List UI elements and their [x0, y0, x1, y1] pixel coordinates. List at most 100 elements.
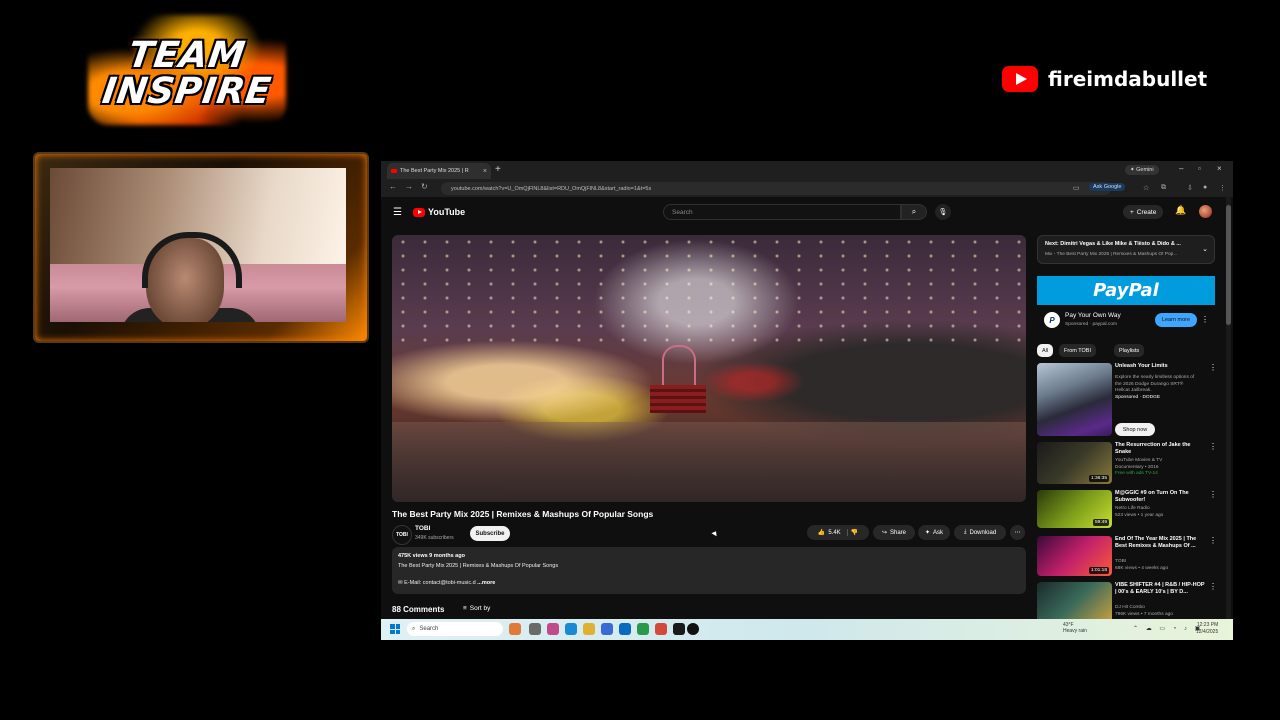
video-thumbnail[interactable]: 59:49: [1037, 490, 1112, 528]
mail-icon[interactable]: [619, 623, 631, 635]
search-button[interactable]: ⌕: [901, 204, 927, 220]
description-email: ✉ E-Mail: contact@tobi-music.d ...more: [398, 580, 496, 586]
chrome-icon[interactable]: [655, 623, 667, 635]
duration-badge: 1:01:18: [1088, 567, 1109, 574]
taskbar-clock[interactable]: 12:23 PM 12/4/2025: [1196, 622, 1218, 635]
video-thumbnail[interactable]: [1037, 363, 1112, 436]
more-options-icon[interactable]: ⋮: [1209, 490, 1217, 499]
hamburger-menu-icon[interactable]: ☰: [393, 207, 402, 218]
channel-avatar[interactable]: TOBI: [392, 525, 412, 545]
video-thumbnail[interactable]: 1:01:18: [1037, 536, 1112, 576]
tab-bar: The Best Party Mix 2025 | R × + ✦ Gemini…: [381, 161, 1233, 179]
youtube-favicon-icon: [391, 169, 397, 173]
like-button[interactable]: 👍 5.4K: [818, 529, 848, 536]
forward-icon[interactable]: →: [405, 182, 413, 191]
minimize-button[interactable]: –: [1179, 164, 1183, 173]
taskbar-search-input[interactable]: ⌕ Search: [407, 622, 503, 636]
close-window-button[interactable]: ×: [1217, 164, 1222, 173]
youtube-logo-icon: [1002, 66, 1038, 92]
windows-start-icon[interactable]: [390, 624, 400, 634]
ad-banner[interactable]: PayPal: [1037, 276, 1215, 305]
downloads-icon[interactable]: ⇩: [1187, 184, 1193, 192]
up-next-subtitle: Mix - The Best Party Mix 2025 | Remixes …: [1045, 252, 1178, 257]
more-actions-button[interactable]: ⋯: [1010, 525, 1025, 540]
store-icon[interactable]: [601, 623, 613, 635]
notifications-bell-icon[interactable]: 🔔: [1175, 205, 1186, 216]
install-icon[interactable]: ▭: [1073, 184, 1080, 192]
list-item[interactable]: 1:01:18 End Of The Year Mix 2025 | The B…: [1037, 536, 1227, 578]
chip-playlists[interactable]: Playlists: [1114, 344, 1145, 357]
list-item[interactable]: Unleash Your Limits Explore the nearly l…: [1037, 363, 1227, 439]
xbox-icon[interactable]: [637, 623, 649, 635]
ad-menu-icon[interactable]: ⋮: [1201, 315, 1209, 324]
taskview-icon[interactable]: [509, 623, 521, 635]
ask-google-button[interactable]: Ask Google: [1089, 183, 1126, 191]
show-more-link[interactable]: ...more: [477, 580, 495, 586]
youtube-home-logo[interactable]: YouTube: [413, 207, 465, 217]
copilot-icon[interactable]: [547, 623, 559, 635]
video-player[interactable]: [392, 235, 1026, 502]
list-item[interactable]: 1:36:35 The Resurrection of Jake the Sna…: [1037, 442, 1227, 487]
tab-title: The Best Party Mix 2025 | R: [400, 168, 469, 174]
list-item[interactable]: VIBE SHIFTER #4 | R&B / HIP-HOP | 00's &…: [1037, 582, 1227, 619]
share-button[interactable]: ↪ Share: [873, 525, 915, 540]
shop-now-button[interactable]: Shop now: [1115, 423, 1155, 436]
up-next-panel[interactable]: Next: Dimitri Vegas & Like Mike & Tiësto…: [1037, 235, 1215, 264]
channel-name[interactable]: TOBI: [415, 525, 430, 532]
extensions-icon[interactable]: ⧉: [1161, 184, 1166, 192]
chevron-down-icon[interactable]: ⌄: [1202, 245, 1208, 253]
ad-title[interactable]: Pay Your Own Way: [1065, 312, 1121, 319]
video-title: The Best Party Mix 2025 | Remixes & Mash…: [392, 509, 654, 519]
learn-more-button[interactable]: Learn more: [1155, 313, 1197, 327]
widgets-icon[interactable]: [529, 623, 541, 635]
view-count-date: 475K views 9 months ago: [398, 553, 465, 559]
video-thumbnail[interactable]: 1:36:35: [1037, 442, 1112, 484]
weather-widget[interactable]: 43°F Heavy rain: [1063, 622, 1087, 634]
scroll-thumb[interactable]: [1226, 205, 1231, 325]
back-icon[interactable]: ←: [389, 182, 397, 191]
sort-comments-button[interactable]: ≡ Sort by: [463, 605, 490, 612]
like-dislike-group: 👍 5.4K 👎: [807, 525, 869, 540]
page-scrollbar[interactable]: [1226, 197, 1231, 619]
close-tab-icon[interactable]: ×: [483, 168, 487, 175]
logo-line-2: INSPIRE: [99, 71, 275, 112]
new-tab-button[interactable]: +: [495, 164, 501, 175]
search-icon: ⌕: [412, 625, 416, 632]
app-icon[interactable]: [687, 623, 699, 635]
download-button[interactable]: ⤓ Download: [954, 525, 1006, 540]
system-tray[interactable]: ⌃ ☁ ▭ ◔ ♪ ▣: [1133, 625, 1203, 632]
more-options-icon[interactable]: ⋮: [1209, 582, 1217, 591]
ask-button[interactable]: ✦ Ask: [918, 525, 950, 540]
create-button[interactable]: + Create: [1123, 205, 1164, 219]
file-explorer-icon[interactable]: [583, 623, 595, 635]
duration-badge: 1:36:35: [1088, 475, 1109, 482]
more-options-icon[interactable]: ⋮: [1209, 536, 1217, 545]
reload-icon[interactable]: ↻: [421, 182, 428, 191]
avatar[interactable]: [1199, 205, 1212, 218]
url-field[interactable]: youtube.com/watch?v=U_OmQjFlNL8&list=RDU…: [441, 182, 1111, 195]
more-options-icon[interactable]: ⋮: [1209, 363, 1217, 372]
video-thumbnail[interactable]: [1037, 582, 1112, 619]
search-input[interactable]: Search: [663, 204, 901, 220]
gemini-button[interactable]: ✦ Gemini: [1125, 165, 1159, 175]
rec-title: End Of The Year Mix 2025 | The Best Remi…: [1115, 536, 1197, 550]
voice-search-button[interactable]: 🎙: [935, 204, 951, 220]
list-item[interactable]: 59:49 M@GGIC #9 on Turn On The Subwoofer…: [1037, 490, 1227, 532]
bookmark-star-icon[interactable]: ☆: [1143, 184, 1149, 192]
logo-line-1: TEAM: [125, 35, 249, 76]
edge-icon[interactable]: [565, 623, 577, 635]
dislike-button[interactable]: 👎: [851, 529, 858, 536]
more-options-icon[interactable]: ⋮: [1209, 442, 1217, 451]
search-icon: ⌕: [911, 207, 917, 216]
maximize-button[interactable]: ▫: [1198, 164, 1201, 173]
profile-icon[interactable]: ●: [1203, 184, 1207, 191]
chip-from-tobi[interactable]: From TOBI: [1059, 344, 1096, 357]
subscribe-button[interactable]: Subscribe: [470, 526, 510, 541]
rec-title: M@GGIC #9 on Turn On The Subwoofer!: [1115, 490, 1189, 504]
browser-tab[interactable]: The Best Party Mix 2025 | R ×: [387, 163, 491, 179]
email-icon: ✉: [398, 580, 403, 586]
description-box[interactable]: 475K views 9 months ago The Best Party M…: [392, 547, 1026, 594]
chip-all[interactable]: All: [1037, 344, 1054, 357]
obs-icon[interactable]: [673, 623, 685, 635]
menu-dots-icon[interactable]: ⋮: [1219, 184, 1226, 192]
